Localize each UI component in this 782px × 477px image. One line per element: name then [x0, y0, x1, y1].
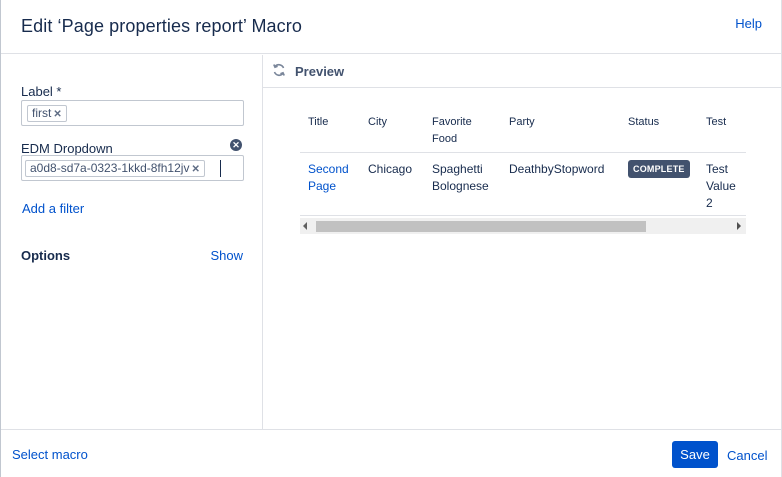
- remove-tag-icon[interactable]: ✕: [191, 164, 199, 175]
- show-options-link[interactable]: Show: [210, 248, 243, 263]
- select-macro-link[interactable]: Select macro: [12, 447, 88, 462]
- label-input[interactable]: first ✕: [21, 100, 244, 126]
- edm-dropdown-input[interactable]: a0d8-sd7a-0323-1kkd-8fh12jv ✕: [21, 155, 244, 181]
- horizontal-scrollbar[interactable]: [300, 218, 746, 234]
- dialog-header: Edit ‘Page properties report’ Macro Help: [1, 0, 781, 54]
- column-header: Party: [509, 116, 535, 128]
- remove-tag-icon[interactable]: ✕: [53, 109, 61, 120]
- edm-tag: a0d8-sd7a-0323-1kkd-8fh12jv ✕: [25, 160, 205, 177]
- preview-header: Preview: [263, 55, 782, 88]
- column-header: Title: [308, 116, 329, 128]
- dialog-title: Edit ‘Page properties report’ Macro: [21, 16, 302, 36]
- label-field-label: Label *: [21, 84, 62, 99]
- refresh-icon[interactable]: [272, 63, 286, 77]
- text-cursor: [220, 160, 221, 177]
- test-cell: Test Value 2: [706, 162, 736, 210]
- options-heading: Options: [21, 248, 71, 263]
- preview-panel: Preview Title City Favorite Food Party St…: [263, 55, 782, 429]
- save-button[interactable]: Save: [672, 441, 718, 468]
- help-link[interactable]: Help: [735, 16, 762, 31]
- column-header: Test: [706, 116, 727, 128]
- scroll-left-icon[interactable]: [303, 222, 307, 230]
- cancel-button[interactable]: Cancel: [727, 448, 767, 463]
- label-tag-text: first: [32, 106, 52, 120]
- label-tag: first ✕: [27, 105, 67, 122]
- add-filter-link[interactable]: Add a filter: [22, 201, 84, 216]
- status-lozenge: COMPLETE: [628, 160, 690, 178]
- table-divider: [300, 215, 746, 216]
- food-cell: Spaghetti Bolognese: [432, 162, 489, 193]
- macro-params-panel: Label * first ✕ EDM Dropdown ✕ a0d8-sd7a-…: [1, 55, 263, 429]
- column-header: Favorite Food: [432, 116, 472, 145]
- party-cell: DeathbyStopword: [509, 162, 605, 176]
- scrollbar-thumb[interactable]: [316, 221, 646, 232]
- dialog-footer: Select macro Save Cancel: [1, 429, 781, 477]
- table-divider: [300, 152, 746, 153]
- city-cell: Chicago: [368, 162, 413, 176]
- macro-dialog: Edit ‘Page properties report’ Macro Help…: [0, 0, 782, 477]
- preview-title: Preview: [295, 64, 345, 79]
- clear-field-icon[interactable]: ✕: [230, 139, 242, 151]
- column-header: City: [368, 116, 387, 128]
- edm-tag-text: a0d8-sd7a-0323-1kkd-8fh12jv: [30, 161, 190, 175]
- page-title-link[interactable]: Second Page: [308, 161, 349, 195]
- edm-dropdown-label: EDM Dropdown: [21, 141, 113, 156]
- scroll-right-icon[interactable]: [737, 222, 741, 230]
- column-header: Status: [628, 116, 660, 128]
